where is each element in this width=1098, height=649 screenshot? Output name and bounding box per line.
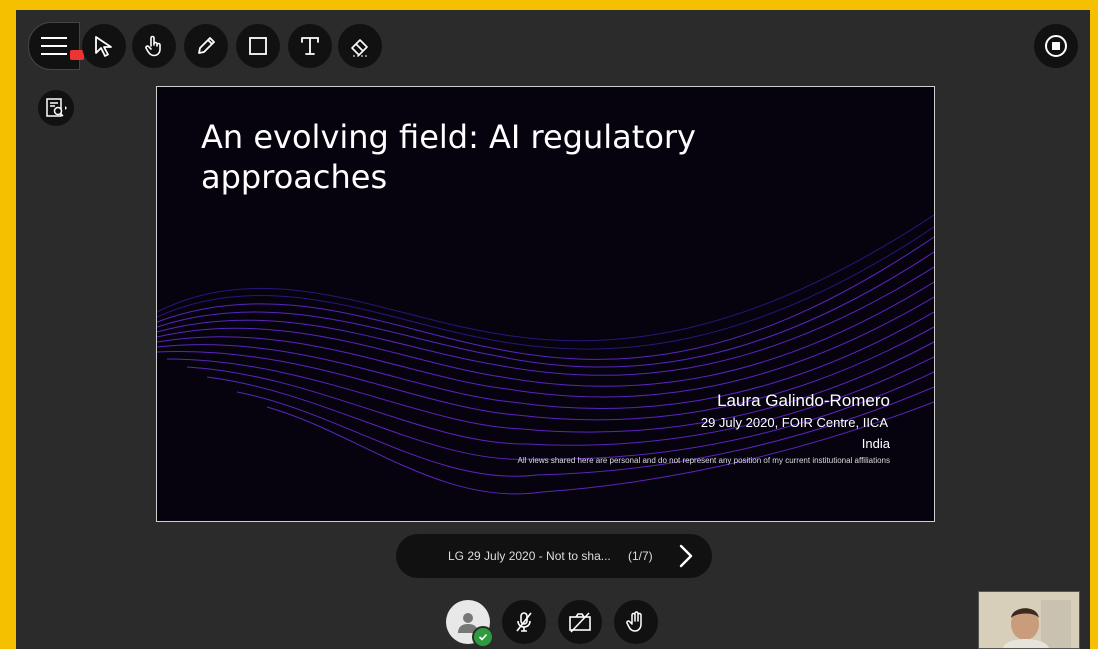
- microphone-muted-icon: [516, 612, 532, 632]
- document-search-icon: [46, 98, 67, 117]
- user-avatar[interactable]: [446, 600, 494, 648]
- pen-tool-button[interactable]: [184, 24, 228, 68]
- pencil-icon: [198, 37, 215, 54]
- page-indicator: (1/7): [628, 549, 653, 563]
- hand-icon: [145, 35, 161, 57]
- raise-hand-icon: [626, 611, 642, 632]
- slide-date-line: 29 July 2020, FOIR Centre, IICA: [700, 415, 888, 430]
- text-tool-button[interactable]: [288, 24, 332, 68]
- stop-icon: [1045, 35, 1067, 57]
- eraser-icon: [351, 39, 368, 57]
- stop-sharing-button[interactable]: [1034, 24, 1078, 68]
- pan-tool-button[interactable]: [132, 24, 176, 68]
- text-icon: [301, 37, 319, 55]
- pointer-arrow-icon: [95, 36, 112, 57]
- square-icon: [249, 37, 267, 55]
- menu-button[interactable]: [28, 22, 80, 70]
- slide-thumbnails-button[interactable]: [38, 90, 74, 126]
- next-slide-button[interactable]: [672, 542, 700, 570]
- share-frame-left: [0, 0, 16, 649]
- hamburger-icon: [41, 37, 67, 55]
- microphone-toggle-button[interactable]: [502, 600, 546, 644]
- camera-toggle-button[interactable]: [558, 600, 602, 644]
- slide-title: An evolving field: AI regulatory approac…: [201, 118, 696, 196]
- participant-face: [979, 592, 1079, 648]
- camera-off-icon: [569, 612, 591, 633]
- slide-author: Laura Galindo-Romero: [717, 391, 890, 410]
- status-ok-badge: [472, 626, 494, 648]
- eraser-tool-button[interactable]: [338, 24, 382, 68]
- chevron-right-icon: [679, 544, 693, 568]
- raise-hand-button[interactable]: [614, 600, 658, 644]
- slide-navigator: LG 29 July 2020 - Not to sha... (1/7): [396, 534, 712, 578]
- rectangle-tool-button[interactable]: [236, 24, 280, 68]
- slide-country: India: [861, 436, 890, 451]
- document-name: LG 29 July 2020 - Not to sha...: [448, 549, 611, 563]
- share-frame-right: [1090, 0, 1098, 649]
- presentation-app: An evolving field: AI regulatory approac…: [16, 10, 1090, 649]
- share-frame-top: [0, 0, 1098, 10]
- participant-video[interactable]: [978, 591, 1080, 649]
- check-icon: [478, 633, 488, 641]
- select-tool-button[interactable]: [82, 24, 126, 68]
- presentation-slide: An evolving field: AI regulatory approac…: [156, 86, 935, 522]
- slide-disclaimer: All views shared here are personal and d…: [517, 456, 890, 465]
